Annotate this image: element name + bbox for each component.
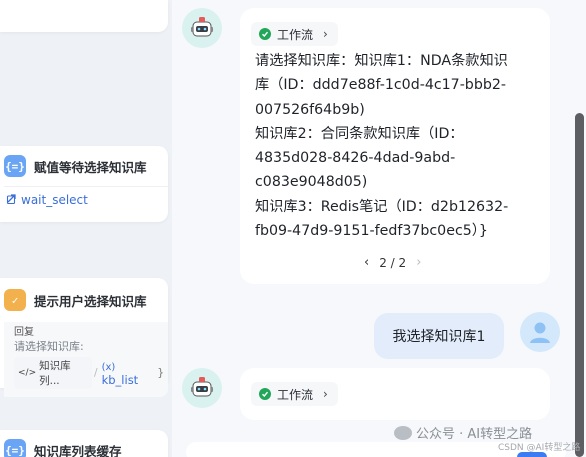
assistant-message: 工作流 ›: [240, 368, 550, 420]
prompt-icon: ✓: [4, 289, 26, 311]
wechat-logo-icon: [394, 425, 412, 440]
message-line: 007526f64b9b): [255, 101, 365, 118]
message-line: 库（ID：ddd7e88f-1c0d-4c17-bbb2-: [255, 77, 506, 94]
user-icon: [530, 322, 550, 343]
variable-icon: [6, 193, 18, 208]
workflow-node-assign-wait[interactable]: {=} 赋值等待选择知识库 wait_select: [0, 146, 168, 222]
ref-variable-name: kb_list: [101, 373, 139, 387]
node-variable: wait_select: [0, 187, 168, 213]
workflow-label: 工作流: [277, 27, 314, 42]
pager-status: 2 / 2: [379, 256, 406, 270]
chevron-right-icon[interactable]: ›: [416, 255, 421, 270]
assign-icon: {=}: [4, 439, 26, 457]
workflow-status-chip[interactable]: 工作流 ›: [251, 22, 338, 46]
message-line: 4835d028-8426-4dad-9abd-: [255, 150, 456, 167]
chevron-left-icon[interactable]: ‹: [364, 255, 369, 270]
node-body: 回复 请选择知识库: </> 知识库列... / (x) kb_list }: [4, 322, 168, 397]
message-line: 请选择知识库：知识库1：NDA条款知识: [255, 53, 508, 69]
node-body-text: 请选择知识库:: [14, 340, 84, 353]
node-header: {=} 赋值等待选择知识库: [0, 146, 168, 186]
chat-panel: 工作流 › 请选择知识库：知识库1：NDA条款知识 库（ID：ddd7e88f-…: [172, 0, 586, 457]
workflow-node-top[interactable]: [0, 0, 168, 32]
user-message: 我选择知识库1: [374, 313, 504, 359]
node-body-refs: </> 知识库列... / (x) kb_list }: [14, 357, 164, 389]
assign-icon: {=}: [4, 155, 26, 177]
chevron-right-icon: ›: [323, 27, 328, 41]
node-header: ✓ 提示用户选择知识库: [0, 278, 168, 322]
assistant-message-text: 请选择知识库：知识库1：NDA条款知识 库（ID：ddd7e88f-1c0d-4…: [255, 49, 547, 243]
workflow-node-kb-cache[interactable]: {=} 知识库列表缓存: [0, 430, 168, 457]
message-line: fb09-47d9-9151-fedf37bc0ec5）}: [255, 223, 488, 240]
check-circle-icon: [259, 388, 271, 400]
user-message-text: 我选择知识库1: [392, 329, 486, 345]
user-avatar: [520, 312, 560, 352]
workflow-label: 工作流: [277, 387, 314, 402]
robot-icon: [191, 377, 213, 397]
bot-avatar: [182, 368, 222, 408]
chat-scrollbar[interactable]: [575, 113, 584, 457]
pager-separator: /: [390, 255, 395, 270]
node-title: 赋值等待选择知识库: [34, 159, 147, 175]
pager-current: 2: [379, 255, 387, 270]
ref-source-label: 知识库列...: [39, 360, 71, 387]
workflow-status-chip[interactable]: 工作流 ›: [251, 382, 338, 406]
node-variable-name: wait_select: [21, 193, 88, 207]
workflow-canvas[interactable]: {=} 赋值等待选择知识库 wait_select ✓ 提示用户选择知识库 回复…: [0, 0, 172, 457]
response-pager: ‹ 2 / 2 ›: [364, 255, 421, 270]
code-icon: </>: [18, 368, 37, 378]
chevron-right-icon: ›: [323, 387, 328, 401]
variable-icon: (x): [101, 362, 116, 373]
ref-close-brace: }: [157, 367, 164, 379]
pager-total: 2: [398, 255, 407, 270]
ref-variable[interactable]: (x) kb_list: [102, 359, 154, 387]
ref-separator: /: [94, 367, 98, 379]
workflow-node-prompt-user[interactable]: ✓ 提示用户选择知识库 回复 请选择知识库: </> 知识库列... / (x)…: [0, 278, 168, 397]
message-line: 知识库3：Redis笔记（ID：d2b12632-: [255, 198, 509, 215]
message-line: 知识库2：合同条款知识库（ID：: [255, 125, 464, 142]
bot-avatar: [182, 8, 222, 48]
robot-icon: [191, 17, 213, 37]
node-title: 提示用户选择知识库: [34, 293, 147, 309]
node-title: 知识库列表缓存: [34, 443, 122, 457]
csdn-watermark: CSDN @AI转型之路: [498, 443, 581, 453]
ref-source-chip[interactable]: </> 知识库列...: [14, 357, 93, 389]
node-body-label: 回复: [14, 327, 34, 338]
assistant-message: 工作流 › 请选择知识库：知识库1：NDA条款知识 库（ID：ddd7e88f-…: [240, 8, 550, 284]
node-header: {=} 知识库列表缓存: [0, 430, 168, 457]
check-circle-icon: [259, 28, 271, 40]
message-line: c083e9048d05): [255, 174, 368, 191]
